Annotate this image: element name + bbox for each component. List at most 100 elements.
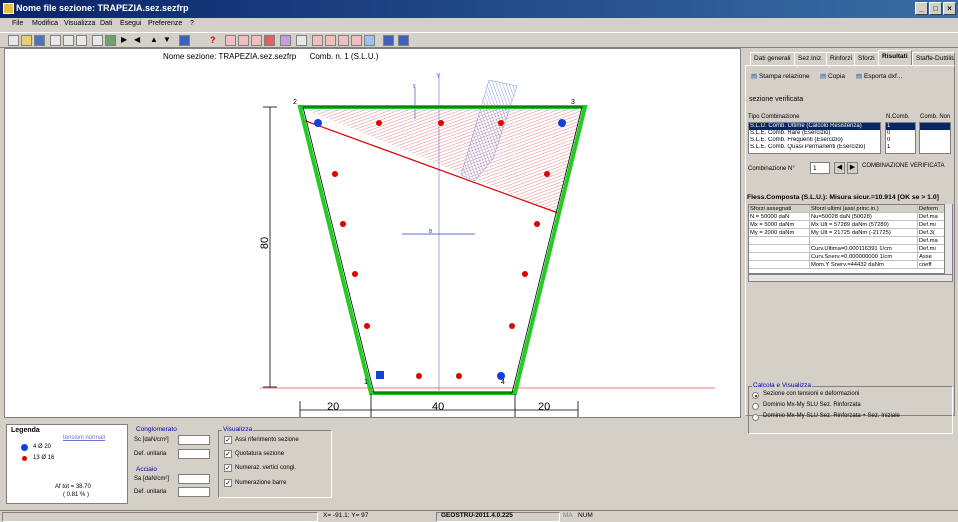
window2-icon[interactable] xyxy=(398,35,409,46)
list-item[interactable]: S.L.U. Comb. Ultime (Calcolo Resistenza) xyxy=(749,123,880,130)
help-icon[interactable] xyxy=(179,35,190,46)
arrow-right-icon[interactable]: ▶ xyxy=(121,35,132,46)
next-combination-button[interactable]: ▶ xyxy=(847,162,858,174)
def-steel-input[interactable] xyxy=(178,487,210,497)
menu-help[interactable]: ? xyxy=(190,20,194,27)
report-icon[interactable] xyxy=(312,35,323,46)
combo-count-list[interactable]: 1 0 0 1 xyxy=(885,122,916,154)
menu-preferenze[interactable]: Preferenze xyxy=(148,20,182,27)
tab-risultati[interactable]: Risultati xyxy=(878,50,912,65)
radio-dominio[interactable] xyxy=(752,403,759,410)
results-icon[interactable] xyxy=(296,35,307,46)
combo-type-list[interactable]: S.L.U. Comb. Ultime (Calcolo Resistenza)… xyxy=(748,122,881,154)
bars-icon[interactable] xyxy=(238,35,249,46)
combination-number-input[interactable]: 1 xyxy=(810,162,830,174)
new-icon[interactable] xyxy=(8,35,19,46)
radio-tensioni[interactable] xyxy=(752,392,759,399)
red-bar-label: 13 Ø 16 xyxy=(33,455,55,461)
table-row[interactable]: Def.ma xyxy=(749,237,952,245)
refresh-icon[interactable] xyxy=(105,35,116,46)
report2-icon[interactable] xyxy=(325,35,336,46)
list-item[interactable]: 0 xyxy=(886,130,915,137)
chk-barre[interactable]: ✓ xyxy=(224,479,232,487)
chk-vertici[interactable]: ✓ xyxy=(224,464,232,472)
close-button[interactable]: × xyxy=(943,2,956,15)
domain-icon[interactable] xyxy=(338,35,349,46)
window-title: Nome file sezione: TRAPEZIA.sez.sezfrp xyxy=(16,3,189,13)
sforzi-icon[interactable] xyxy=(264,35,275,46)
concrete-title: Conglomerato xyxy=(136,426,177,433)
radio-dominio-iniziale[interactable] xyxy=(752,414,759,421)
list-item[interactable]: S.L.E. Comb. Frequenti (Esercizio) xyxy=(749,137,880,144)
table-cell: Mom.Y Snerv.=44432 daNm xyxy=(810,261,918,269)
list-item[interactable]: S.L.E. Comb. Quasi Permanenti (Esercizio… xyxy=(749,144,880,151)
zoom-in-icon[interactable] xyxy=(63,35,74,46)
chk-assi[interactable]: ✓ xyxy=(224,436,232,444)
def-conc-input[interactable] xyxy=(178,449,210,459)
combo-non-list[interactable] xyxy=(919,122,951,154)
arrow-down-icon[interactable]: ▼ xyxy=(163,35,174,46)
sa-input[interactable] xyxy=(178,474,210,484)
export-dxf-button[interactable]: ▤ Esporta dxf... xyxy=(854,71,904,82)
table-row[interactable]: Mx = 5000 daNm Mx Ult = 57289 daNm (57289… xyxy=(749,221,952,229)
chart-icon[interactable] xyxy=(364,35,375,46)
table-row[interactable]: Mom.Y Snerv.=44432 daNm coeff xyxy=(749,261,952,269)
magnifier-icon[interactable] xyxy=(92,35,103,46)
minimize-button[interactable]: _ xyxy=(915,2,928,15)
menu-bar: File Modifica Visualizza Dati Esegui Pre… xyxy=(0,18,958,32)
combo-header-type: Tipo Combinazione xyxy=(748,114,800,120)
sc-input[interactable] xyxy=(178,435,210,445)
list-item[interactable] xyxy=(920,123,950,130)
tensioni-link[interactable]: tensioni normali xyxy=(63,435,105,441)
results-grid[interactable]: Sforzi assegnati Sforzi ultimi (assi pri… xyxy=(748,204,953,274)
blue-bar-label: 4 Ø 20 xyxy=(33,444,52,450)
status-pane-left xyxy=(2,512,318,522)
domain2-icon[interactable] xyxy=(351,35,362,46)
tab-rinforzi[interactable]: Rinforzi xyxy=(826,52,857,65)
print-report-button[interactable]: ▤ Stampa relazione xyxy=(749,71,812,82)
tab-dati-generali[interactable]: Dati generali xyxy=(750,52,795,65)
menu-visualizza[interactable]: Visualizza xyxy=(64,20,95,27)
list-item[interactable]: 1 xyxy=(886,123,915,130)
arrow-left-icon[interactable]: ◀ xyxy=(134,35,145,46)
table-cell: N = 50000 daN xyxy=(749,213,810,221)
preview-icon[interactable] xyxy=(50,35,61,46)
menu-modifica[interactable]: Modifica xyxy=(32,20,58,27)
table-row[interactable]: My = 2000 daNm My Ult = 21725 daNm (-2172… xyxy=(749,229,952,237)
table-row[interactable]: Curv.Snerv.=0.000000000 1/cm Asse xyxy=(749,253,952,261)
app-icon xyxy=(3,3,14,14)
table-row[interactable]: N = 50000 daN Nu=50028 daN (50028) Def.ma xyxy=(749,213,952,221)
grid-vscrollbar[interactable] xyxy=(944,204,952,274)
sa-label: Sa [daN/cm²] xyxy=(134,476,170,482)
section-icon[interactable] xyxy=(225,35,236,46)
rinforzi-icon[interactable] xyxy=(251,35,262,46)
calc-icon[interactable] xyxy=(280,35,291,46)
vertex-label-2: 2 xyxy=(293,99,297,106)
list-item[interactable]: 0 xyxy=(886,137,915,144)
section-drawing-canvas[interactable]: Nome sezione: TRAPEZIA.sez.sezfrp Comb. … xyxy=(4,48,741,418)
maximize-button[interactable]: □ xyxy=(929,2,942,15)
table-row[interactable]: Curv.Ultima=0.000116391 1/cm Def.mi xyxy=(749,245,952,253)
window-icon[interactable] xyxy=(383,35,394,46)
copy-button[interactable]: ▤ Copia xyxy=(818,71,847,82)
list-item[interactable]: S.L.E. Comb. Rare (Esercizio) xyxy=(749,130,880,137)
menu-dati[interactable]: Dati xyxy=(100,20,112,27)
tab-sforzi[interactable]: Sforzi xyxy=(854,52,879,65)
menu-esegui[interactable]: Esegui xyxy=(120,20,141,27)
save-icon[interactable] xyxy=(34,35,45,46)
zoom-out-icon[interactable] xyxy=(76,35,87,46)
list-item[interactable]: 1 xyxy=(886,144,915,151)
def-steel-label: Def. unitaria xyxy=(134,489,167,495)
grid-hscrollbar[interactable] xyxy=(748,274,953,282)
combination-label: Combinazione N° xyxy=(748,166,795,172)
menu-file[interactable]: File xyxy=(12,20,23,27)
tab-staffe-duttilita[interactable]: Staffe-Duttilità xyxy=(912,52,955,65)
tab-sez-iniz[interactable]: Sez.Iniz. xyxy=(794,52,827,65)
open-icon[interactable] xyxy=(21,35,32,46)
radio-tensioni-label: Sezione con tensioni e deformazioni xyxy=(763,391,860,397)
sc-label: Sc [daN/cm²] xyxy=(134,437,169,443)
arrow-up-icon[interactable]: ▲ xyxy=(150,35,161,46)
query-icon[interactable]: ? xyxy=(210,35,221,46)
chk-quotatura[interactable]: ✓ xyxy=(224,450,232,458)
prev-combination-button[interactable]: ◀ xyxy=(834,162,845,174)
